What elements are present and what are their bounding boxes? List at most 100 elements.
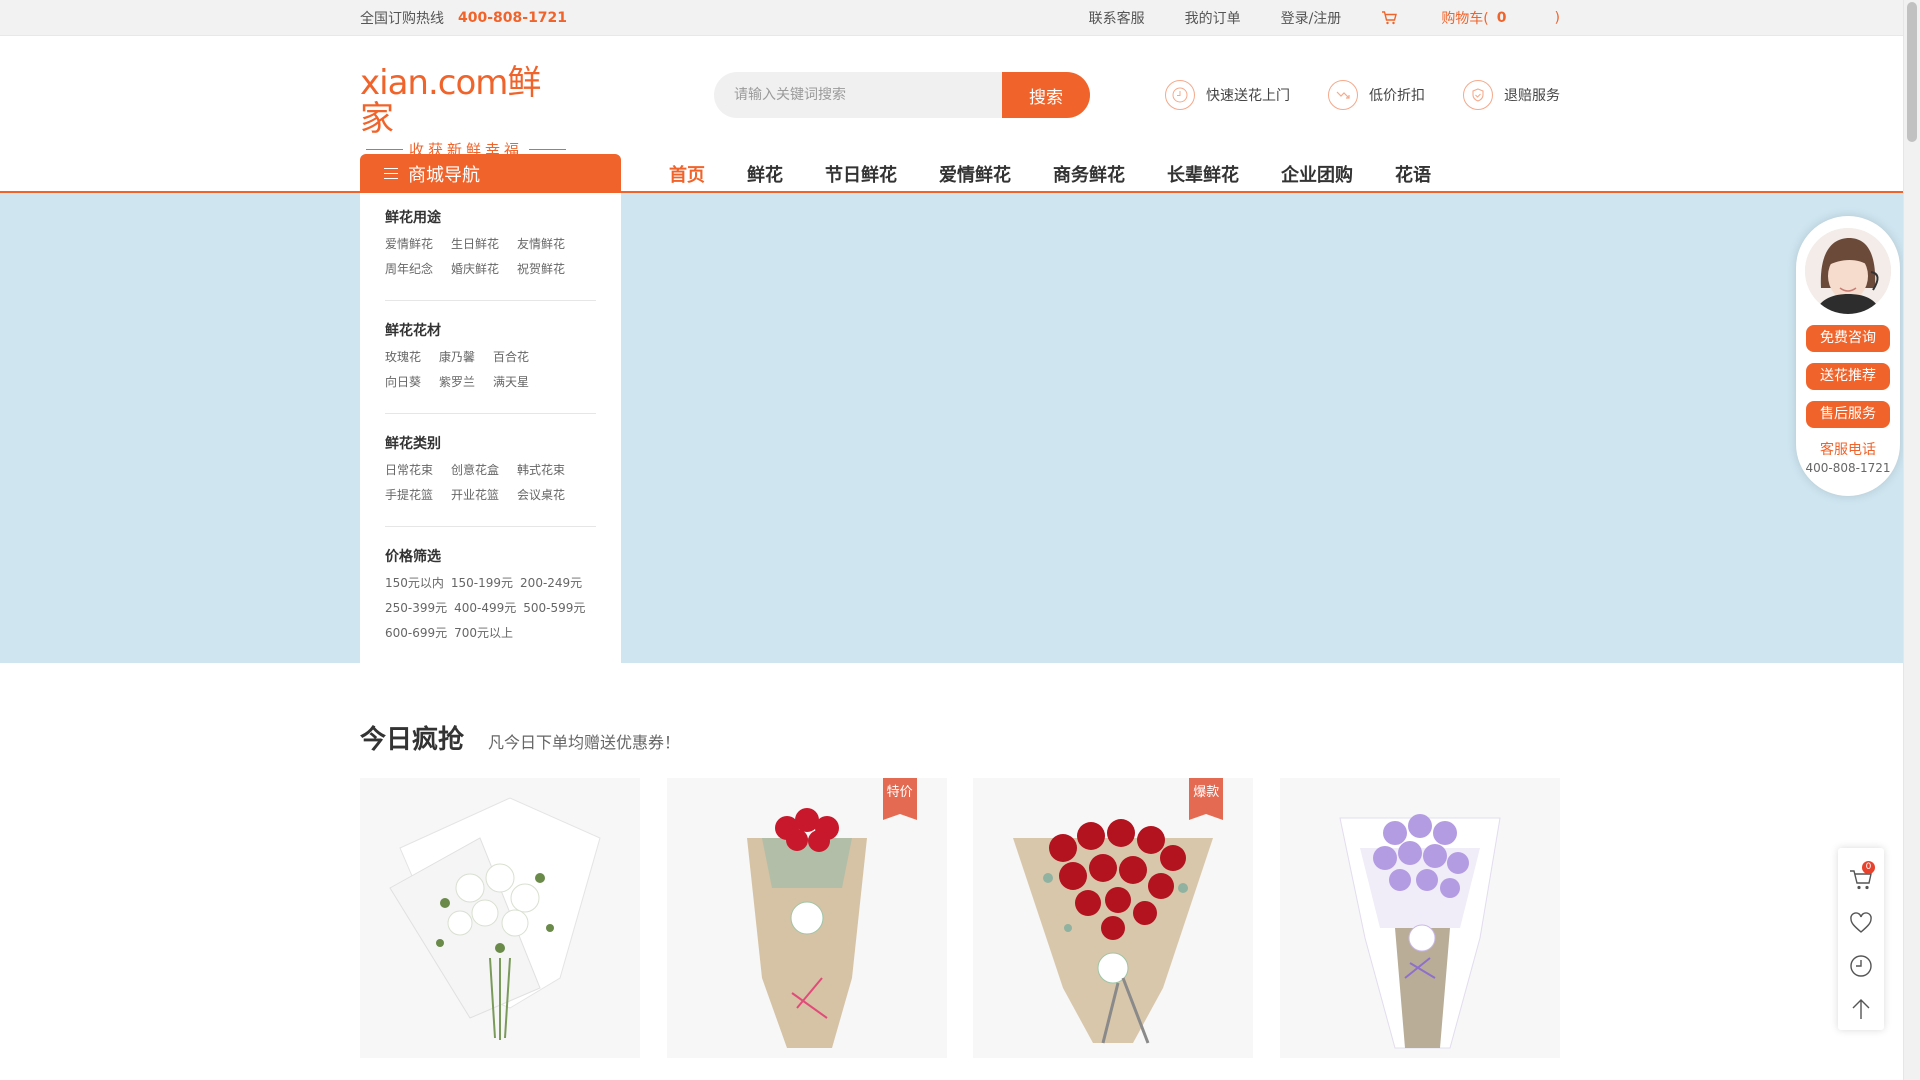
arrow-up-icon (1852, 998, 1870, 1019)
nav-elder-flowers[interactable]: 长辈鲜花 (1167, 161, 1239, 187)
feature-label: 低价折扣 (1369, 88, 1425, 104)
category-item[interactable]: 玫瑰花 (385, 345, 421, 370)
free-consult-button[interactable]: 免费咨询 (1806, 325, 1890, 352)
nav-flowers[interactable]: 鲜花 (747, 161, 783, 187)
nav-festival-flowers[interactable]: 节日鲜花 (825, 161, 897, 187)
top-links: 联系客服 我的订单 登录/注册 购物车( 0 ) (1049, 8, 1560, 28)
price-filter-item[interactable]: 400-499元 (454, 596, 516, 621)
category-item[interactable]: 满天星 (493, 370, 529, 395)
nav-business-flowers[interactable]: 商务鲜花 (1053, 161, 1125, 187)
category-item[interactable]: 生日鲜花 (451, 232, 499, 257)
category-item[interactable]: 婚庆鲜花 (451, 257, 499, 282)
header: xian.com鲜家 收获新鲜幸福 搜索 快速送花上门 低价折扣 退赔服务 (0, 36, 1920, 159)
feature-label: 退赔服务 (1504, 88, 1560, 104)
category-item[interactable]: 日常花束 (385, 458, 433, 483)
section-header: 今日疯抢 凡今日下单均赠送优惠券！ (360, 719, 1560, 756)
product-card[interactable]: 特价 (666, 778, 947, 1058)
toolbar-back-to-top[interactable] (1838, 987, 1884, 1030)
feature-fast-delivery: 快速送花上门 (1165, 80, 1290, 110)
price-filter-item[interactable]: 500-599元 (523, 596, 585, 621)
search-bar: 搜索 (714, 72, 1090, 118)
contact-service-link[interactable]: 联系客服 (1089, 8, 1145, 28)
category-nav-button[interactable]: 商城导航 (360, 154, 621, 193)
service-phone-label: 客服电话 (1820, 442, 1876, 458)
scrollbar-thumb[interactable] (1907, 2, 1917, 142)
side-toolbar: 0 (1838, 848, 1884, 1030)
feature-discount: 低价折扣 (1328, 80, 1425, 110)
price-filter-item[interactable]: 250-399元 (385, 596, 447, 621)
price-filter-group: 价格筛选 150元以内 150-199元 200-249元 250-399元 4… (385, 546, 596, 664)
logo-text: xian.com鲜家 (360, 63, 541, 139)
search-button[interactable]: 搜索 (1002, 72, 1090, 118)
product-card[interactable] (360, 778, 640, 1058)
clock-icon (1850, 954, 1872, 977)
login-register-link[interactable]: 登录/注册 (1281, 8, 1342, 28)
flower-recommend-button[interactable]: 送花推荐 (1806, 363, 1890, 390)
product-tag-hot: 爆款 (1189, 778, 1224, 820)
price-filter-item[interactable]: 600-699元 (385, 621, 447, 646)
category-item[interactable]: 爱情鲜花 (385, 232, 433, 257)
cart-label-close: ) (1554, 10, 1560, 26)
cart-count: 0 (1496, 10, 1507, 26)
category-nav-label: 商城导航 (408, 164, 480, 186)
category-item[interactable]: 韩式花束 (517, 458, 565, 483)
service-features: 快速送花上门 低价折扣 退赔服务 (1127, 80, 1560, 110)
after-sales-button[interactable]: 售后服务 (1806, 401, 1890, 428)
category-group-title: 鲜花用途 (385, 210, 441, 226)
category-group: 鲜花花材 玫瑰花 康乃馨 百合花 向日葵 紫罗兰 满天星 (385, 320, 596, 414)
category-group-title: 鲜花花材 (385, 323, 441, 339)
nav-home[interactable]: 首页 (669, 161, 705, 187)
nav-group-buy[interactable]: 企业团购 (1281, 161, 1353, 187)
product-card[interactable]: 爆款 (973, 778, 1254, 1058)
shield-icon (1463, 80, 1493, 110)
customer-service-panel: 免费咨询 送花推荐 售后服务 客服电话 400-808-1721 (1796, 216, 1900, 496)
category-item[interactable]: 百合花 (493, 345, 529, 370)
category-item[interactable]: 周年纪念 (385, 257, 433, 282)
page-scrollbar[interactable] (1903, 0, 1920, 1080)
feature-refund: 退赔服务 (1463, 80, 1560, 110)
category-item[interactable]: 开业花篮 (451, 483, 499, 508)
price-filter-item[interactable]: 150元以内 (385, 571, 444, 596)
toolbar-favorites[interactable] (1838, 901, 1884, 944)
price-filter-item[interactable]: 150-199元 (451, 571, 513, 596)
nav-flower-language[interactable]: 花语 (1395, 161, 1431, 187)
toolbar-cart[interactable]: 0 (1838, 858, 1884, 901)
my-orders-link[interactable]: 我的订单 (1185, 8, 1241, 28)
category-item[interactable]: 会议桌花 (517, 483, 565, 508)
category-item[interactable]: 向日葵 (385, 370, 421, 395)
nav-links: 首页 鲜花 节日鲜花 爱情鲜花 商务鲜花 长辈鲜花 企业团购 花语 (669, 154, 1473, 193)
product-list: 特价 爆款 (360, 778, 1560, 1058)
category-item[interactable]: 祝贺鲜花 (517, 257, 565, 282)
category-item[interactable]: 紫罗兰 (439, 370, 475, 395)
product-image (1279, 778, 1560, 1058)
nav-love-flowers[interactable]: 爱情鲜花 (939, 161, 1011, 187)
cart-link[interactable]: 购物车( 0 ) (1381, 8, 1560, 28)
menu-icon (384, 164, 398, 183)
price-filter-item[interactable]: 200-249元 (520, 571, 582, 596)
category-item[interactable]: 友情鲜花 (517, 232, 565, 257)
trend-down-icon (1328, 80, 1358, 110)
product-image (666, 778, 947, 1058)
product-card[interactable] (1279, 778, 1560, 1058)
main-nav: 商城导航 首页 鲜花 节日鲜花 爱情鲜花 商务鲜花 长辈鲜花 企业团购 花语 (0, 154, 1920, 193)
price-filter-item[interactable]: 700元以上 (454, 621, 513, 646)
product-image (360, 778, 640, 1058)
cart-icon (1382, 11, 1398, 25)
hotline-number: 400-808-1721 (458, 10, 568, 26)
cart-badge: 0 (1862, 861, 1875, 874)
logo[interactable]: xian.com鲜家 收获新鲜幸福 (360, 65, 572, 159)
top-bar: 全国订购热线 400-808-1721 联系客服 我的订单 登录/注册 购物车(… (0, 0, 1920, 36)
category-item[interactable]: 创意花盒 (451, 458, 499, 483)
hero-banner[interactable]: 鲜花用途 爱情鲜花 生日鲜花 友情鲜花 周年纪念 婚庆鲜花 祝贺鲜花 鲜花花材 … (0, 193, 1920, 663)
category-item[interactable]: 手提花篮 (385, 483, 433, 508)
search-input[interactable] (714, 72, 1002, 118)
category-menu: 鲜花用途 爱情鲜花 生日鲜花 友情鲜花 周年纪念 婚庆鲜花 祝贺鲜花 鲜花花材 … (360, 193, 621, 663)
category-item[interactable]: 康乃馨 (439, 345, 475, 370)
product-tag-special: 特价 (882, 778, 917, 820)
category-group-title: 价格筛选 (385, 549, 441, 565)
section-subtitle: 凡今日下单均赠送优惠券！ (488, 733, 681, 752)
heart-icon (1850, 911, 1872, 933)
section-title: 今日疯抢 (360, 725, 465, 755)
toolbar-history[interactable] (1838, 944, 1884, 987)
category-group: 鲜花用途 爱情鲜花 生日鲜花 友情鲜花 周年纪念 婚庆鲜花 祝贺鲜花 (385, 207, 596, 301)
